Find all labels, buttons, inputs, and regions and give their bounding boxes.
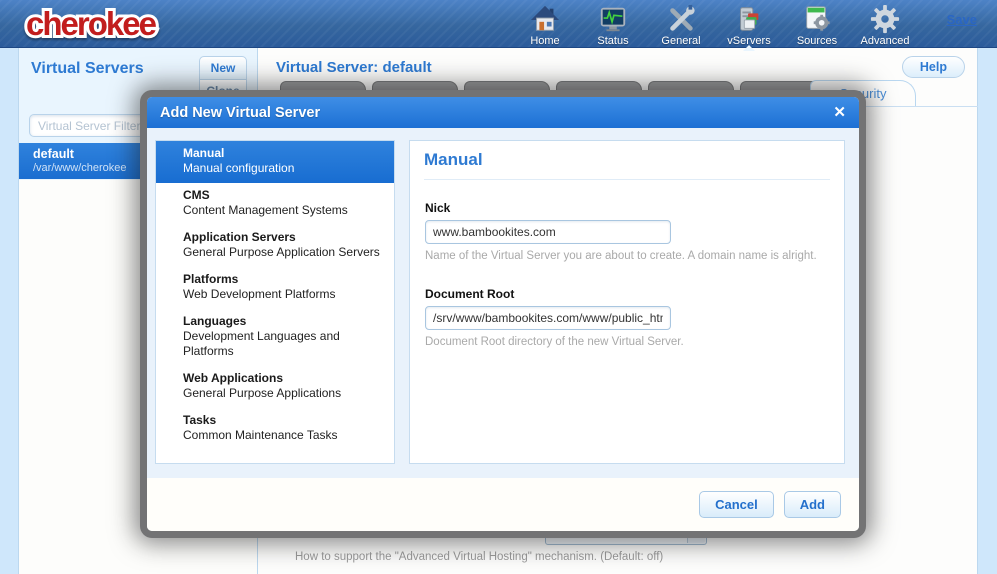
wizard-item-tasks[interactable]: Tasks Common Maintenance Tasks <box>156 408 394 450</box>
cherokee-logo-text: cherokee <box>26 5 157 42</box>
nick-input[interactable] <box>425 220 671 244</box>
status-icon <box>583 4 643 36</box>
sidebar-title: Virtual Servers <box>31 60 144 78</box>
document-root-label: Document Root <box>425 287 829 301</box>
document-root-help-text: Document Root directory of the new Virtu… <box>425 336 829 348</box>
save-link[interactable]: Save <box>947 12 977 27</box>
nav-label-general: General <box>651 35 711 47</box>
nav-label-sources: Sources <box>787 35 847 47</box>
nav-item-advanced[interactable]: Advanced <box>855 4 915 47</box>
document-root-input[interactable] <box>425 306 671 330</box>
wizard-item-web-applications[interactable]: Web Applications General Purpose Applica… <box>156 366 394 408</box>
cancel-button[interactable]: Cancel <box>699 491 774 518</box>
nick-field-group: Nick Name of the Virtual Server you are … <box>425 201 829 262</box>
wizard-category-menu: Manual Manual configuration CMS Content … <box>155 140 395 464</box>
close-icon[interactable]: ✕ <box>833 105 846 120</box>
dialog-header: Add New Virtual Server ✕ <box>147 97 859 128</box>
nav-item-status[interactable]: Status <box>583 4 643 47</box>
dialog-body: Manual Manual configuration CMS Content … <box>147 128 859 478</box>
new-virtual-server-button[interactable]: New <box>199 56 247 80</box>
vservers-icon <box>719 4 779 36</box>
nav-item-sources[interactable]: Sources <box>787 4 847 47</box>
nav-item-general[interactable]: General <box>651 4 711 47</box>
wizard-item-application-servers[interactable]: Application Servers General Purpose Appl… <box>156 225 394 267</box>
general-tools-icon <box>651 4 711 36</box>
page-title: Virtual Server: default <box>276 59 432 76</box>
cherokee-logo[interactable]: cherokee <box>22 2 212 46</box>
nav-label-status: Status <box>583 35 643 47</box>
home-icon <box>515 4 575 36</box>
panel-heading: Manual <box>424 150 830 180</box>
wizard-detail-panel: Manual Nick Name of the Virtual Server y… <box>409 140 845 464</box>
nav-label-home: Home <box>515 35 575 47</box>
nick-help-text: Name of the Virtual Server you are about… <box>425 250 829 262</box>
wizard-item-languages[interactable]: Languages Development Languages and Plat… <box>156 309 394 366</box>
document-root-field-group: Document Root Document Root directory of… <box>425 287 829 348</box>
wizard-item-platforms[interactable]: Platforms Web Development Platforms <box>156 267 394 309</box>
wizard-item-manual[interactable]: Manual Manual configuration <box>156 141 394 183</box>
dialog-title: Add New Virtual Server <box>160 105 320 121</box>
topbar: cherokee Home <box>0 0 997 48</box>
help-button[interactable]: Help <box>902 56 965 78</box>
advanced-gear-icon <box>855 4 915 36</box>
add-virtual-server-dialog: Add New Virtual Server ✕ Manual Manual c… <box>140 90 866 538</box>
nav-item-vservers[interactable]: vServers <box>719 4 779 47</box>
nav-label-advanced: Advanced <box>855 35 915 47</box>
active-section-pointer <box>743 45 755 51</box>
dialog-footer: Cancel Add <box>147 478 859 531</box>
main-nav: Home Status <box>515 4 915 47</box>
nick-label: Nick <box>425 201 829 215</box>
wizard-item-cms[interactable]: CMS Content Management Systems <box>156 183 394 225</box>
method-help-text: How to support the "Advanced Virtual Hos… <box>295 551 663 563</box>
sources-icon <box>787 4 847 36</box>
add-button[interactable]: Add <box>784 491 841 518</box>
nav-item-home[interactable]: Home <box>515 4 575 47</box>
